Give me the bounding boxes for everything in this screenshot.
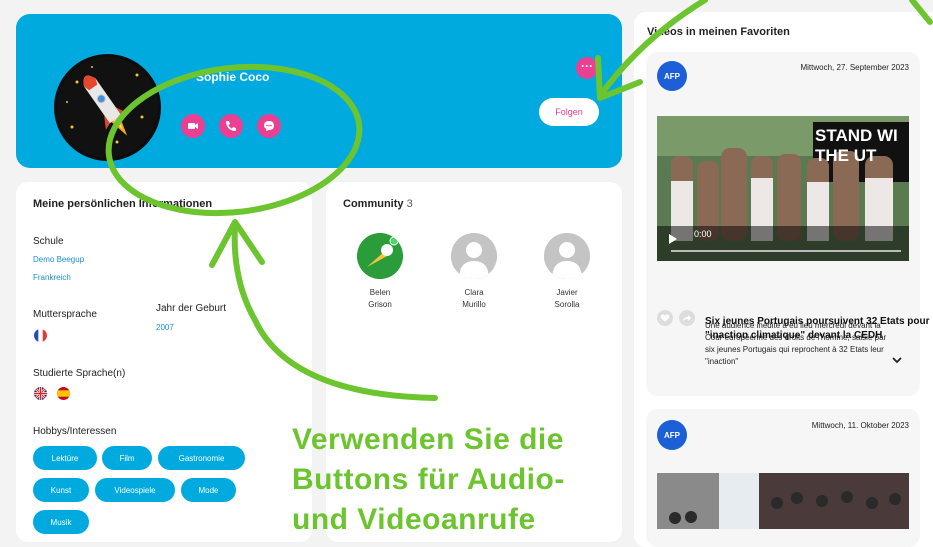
annotation-line: Buttons für Audio- xyxy=(292,463,565,496)
page: { "profile": { "name": "Sophie Coco", "f… xyxy=(0,0,933,547)
follow-button[interactable]: Folgen xyxy=(539,98,599,126)
school-name-link[interactable]: Demo Beegup xyxy=(33,255,84,264)
more-options-button[interactable]: ··· xyxy=(576,57,598,79)
community-count: 3 xyxy=(406,198,413,210)
member-avatar-placeholder-icon xyxy=(544,233,590,279)
annotation-line: Verwenden Sie die xyxy=(292,423,564,456)
comet-icon xyxy=(357,233,403,279)
hobby-pill[interactable]: Kunst xyxy=(33,478,89,502)
member-first-name: Javier xyxy=(556,288,578,297)
member-last-name: Sorolla xyxy=(554,300,580,309)
audio-call-button[interactable] xyxy=(219,114,243,138)
french-flag-icon xyxy=(34,329,47,342)
community-member[interactable]: Clara Murillo xyxy=(439,233,509,311)
member-avatar xyxy=(357,233,403,279)
video-time: 0:00 xyxy=(694,229,712,239)
rocket-icon xyxy=(57,57,158,158)
personal-info-panel: Meine persönlichen Informationen Schule … xyxy=(16,182,312,542)
hobby-pill[interactable]: Musik xyxy=(33,510,89,534)
favorites-title: Videos in meinen Favoriten xyxy=(647,26,790,38)
share-icon[interactable] xyxy=(679,310,695,326)
video-date: Mittwoch, 11. Oktober 2023 xyxy=(811,421,909,430)
community-title-text: Community xyxy=(343,198,404,210)
hobby-pill[interactable]: Lektüre xyxy=(33,446,97,470)
chat-bubble-icon xyxy=(264,121,274,131)
chat-button[interactable] xyxy=(257,114,281,138)
annotation-caption: Verwenden Sie die Buttons für Audio- und… xyxy=(292,420,632,540)
video-camera-icon xyxy=(188,123,198,129)
video-card: AFP Mittwoch, 11. Oktober 2023 xyxy=(646,409,920,547)
video-description: Une audience inédite a eu lieu mercredi … xyxy=(705,321,887,364)
uk-flag-icon xyxy=(34,387,47,400)
profile-avatar xyxy=(54,54,161,161)
hobby-pill[interactable]: Videospiele xyxy=(95,478,175,502)
community-member[interactable]: Javier Sorolla xyxy=(532,233,602,311)
hobby-pill[interactable]: Film xyxy=(102,446,152,470)
studied-languages-label: Studierte Sprache(n) xyxy=(33,368,126,379)
member-avatar-placeholder-icon xyxy=(451,233,497,279)
video-player[interactable] xyxy=(657,473,909,529)
profile-name: Sophie Coco xyxy=(196,70,270,84)
mother-tongue-label: Muttersprache xyxy=(33,309,97,320)
heart-icon[interactable] xyxy=(657,310,673,326)
phone-icon xyxy=(226,121,236,131)
afp-logo: AFP xyxy=(657,61,687,91)
video-call-button[interactable] xyxy=(181,114,205,138)
video-thumbnail xyxy=(657,473,909,529)
hobby-pill[interactable]: Gastronomie xyxy=(158,446,245,470)
profile-header: Sophie Coco ··· Folgen xyxy=(16,14,622,168)
video-card: AFP Mittwoch, 27. September 2023 STAND W… xyxy=(646,52,930,396)
birth-year-label: Jahr der Geburt xyxy=(156,303,227,314)
annotation-line: und Videoanrufe xyxy=(292,503,536,536)
video-date: Mittwoch, 27. September 2023 xyxy=(800,63,909,72)
afp-logo: AFP xyxy=(657,420,687,450)
school-country-link[interactable]: Frankreich xyxy=(33,273,71,282)
school-label: Schule xyxy=(33,236,64,247)
member-last-name: Grison xyxy=(368,300,392,309)
chevron-down-icon[interactable] xyxy=(892,351,902,369)
community-title: Community 3 xyxy=(343,198,413,210)
member-first-name: Belen xyxy=(369,288,391,297)
personal-info-title: Meine persönlichen Informationen xyxy=(33,198,213,210)
spanish-flag-icon xyxy=(57,387,70,400)
hobby-pill[interactable]: Mode xyxy=(181,478,236,502)
member-first-name: Clara xyxy=(464,288,484,297)
video-overlay-text: STAND WI THE UT xyxy=(815,126,898,165)
member-last-name: Murillo xyxy=(462,300,486,309)
hobbies-label: Hobbys/Interessen xyxy=(33,426,117,437)
community-member[interactable]: Belen Grison xyxy=(345,233,415,311)
video-player[interactable]: STAND WI THE UT 0:00 xyxy=(657,116,909,261)
birth-year-value: 2007 xyxy=(156,323,174,332)
